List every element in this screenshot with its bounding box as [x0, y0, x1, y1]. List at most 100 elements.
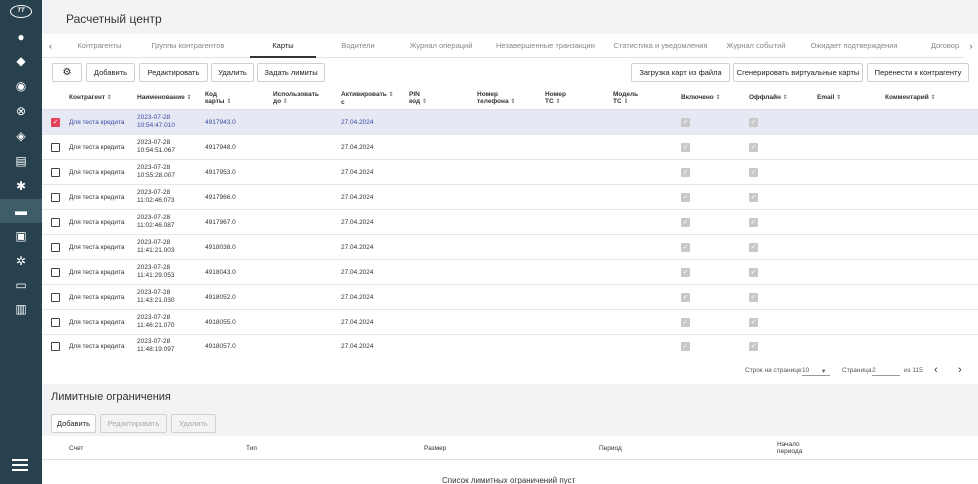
sort-icon: ⇕	[836, 95, 842, 101]
col-name[interactable]: Наименование ⇕	[137, 94, 192, 102]
row-checkbox[interactable]: ✓	[51, 118, 60, 127]
col-account[interactable]: Счет	[69, 445, 83, 452]
tab-operations-log[interactable]: Журнал операций	[409, 34, 473, 58]
cell-name-date: 2023-07-28	[137, 189, 171, 196]
tab-bar: ‹ Контрагенты Группы контрагентов Карты …	[42, 34, 978, 58]
tab-drivers[interactable]: Водители	[338, 34, 378, 58]
transfer-to-contragent-button[interactable]: Перенести к контрагенту	[867, 63, 969, 82]
col-card-code[interactable]: Код карты ⇕	[205, 91, 231, 106]
col-size[interactable]: Размер	[424, 445, 446, 452]
tab-contragent-groups[interactable]: Группы контрагентов	[150, 34, 226, 58]
enabled-checkbox: ✓	[681, 342, 690, 351]
report-icon[interactable]: ▥	[0, 297, 42, 321]
table-row[interactable]: Для теста кредита 2023-07-28 10:55:28.00…	[42, 160, 978, 185]
tab-contragents[interactable]: Контрагенты	[77, 34, 122, 58]
row-checkbox[interactable]	[51, 193, 60, 202]
col-type[interactable]: Тип	[246, 445, 257, 452]
limits-add-button[interactable]: Добавить	[51, 414, 96, 433]
gears-icon[interactable]: ✲	[0, 249, 42, 273]
tag-gear-icon[interactable]: ◉	[0, 74, 42, 98]
row-checkbox[interactable]	[51, 218, 60, 227]
rows-per-page-select[interactable]: 10 ▾	[802, 367, 830, 376]
generate-virtual-cards-button[interactable]: Сгенерировать виртуальные карты	[733, 63, 863, 82]
cell-name-date: 2023-07-28	[137, 338, 171, 345]
offline-checkbox: ✓	[749, 218, 758, 227]
cell-contragent: Для теста кредита	[69, 119, 125, 126]
upload-cards-button[interactable]: Загрузка карт из файла	[631, 63, 730, 82]
edit-button[interactable]: Редактировать	[139, 63, 208, 82]
enabled-checkbox: ✓	[681, 268, 690, 277]
tag-icon[interactable]: ◈	[0, 124, 42, 148]
set-limits-button[interactable]: Задать лимиты	[257, 63, 325, 82]
row-checkbox[interactable]	[51, 143, 60, 152]
col-phone[interactable]: Номер телефона ⇕	[477, 91, 515, 106]
offline-checkbox: ✓	[749, 268, 758, 277]
col-ts-model[interactable]: Модель ТС ⇕	[613, 91, 638, 106]
menu-icon[interactable]	[12, 459, 28, 474]
tab-pending-transactions[interactable]: Незавершенные транзакции	[496, 34, 595, 58]
col-ts-number[interactable]: Номер ТС ⇕	[545, 91, 566, 106]
cell-activate: 27.04.2024	[341, 194, 374, 201]
col-pin[interactable]: PIN код ⇕	[409, 91, 427, 106]
table-row[interactable]: Для теста кредита 2023-07-28 11:02:46.08…	[42, 210, 978, 235]
prev-page-icon[interactable]: ‹	[934, 364, 938, 376]
table-row[interactable]: Для теста кредита 2023-07-28 10:54:51.06…	[42, 135, 978, 160]
sort-icon: ⇕	[623, 99, 629, 105]
tab-cards[interactable]: Карты	[250, 34, 316, 58]
table-row[interactable]: Для теста кредита 2023-07-28 11:46:21.07…	[42, 310, 978, 335]
table-row[interactable]: ✓ Для теста кредита 2023-07-28 10:54:47.…	[42, 110, 978, 135]
row-checkbox[interactable]	[51, 168, 60, 177]
cell-activate: 27.04.2024	[341, 343, 374, 350]
col-use-until[interactable]: Использовать до ⇕	[273, 91, 319, 106]
delete-button[interactable]: Удалить	[211, 63, 254, 82]
col-activate[interactable]: Активировать ⇕ с	[341, 91, 394, 106]
table-row[interactable]: Для теста кредита 2023-07-28 11:02:46.07…	[42, 185, 978, 210]
gear-icon: ⚙	[62, 67, 72, 78]
limits-delete-button[interactable]: Удалить	[171, 414, 216, 433]
page-input[interactable]: 2	[872, 367, 900, 376]
cards-toolbar: ⚙ Добавить Редактировать Удалить Задать …	[42, 58, 978, 87]
tabs-right-icon[interactable]: ›	[964, 34, 978, 58]
cell-contragent: Для теста кредита	[69, 294, 125, 301]
cell-card-code: 4918052.0	[205, 294, 236, 301]
cards-table-header: Контрагент ⇕ Наименование ⇕ Код карты ⇕ И…	[42, 87, 978, 110]
col-enabled[interactable]: Включено ⇕	[681, 94, 721, 102]
limits-empty-message: Список лимитных ограничений пуст	[442, 476, 576, 484]
col-comment[interactable]: Комментарий ⇕	[885, 94, 936, 102]
tab-stats-notifications[interactable]: Статистика и уведомления	[613, 34, 708, 58]
cards-icon[interactable]: ▬	[0, 199, 42, 223]
row-checkbox[interactable]	[51, 268, 60, 277]
card-icon[interactable]: ▭	[0, 273, 42, 297]
table-row[interactable]: Для теста кредита 2023-07-28 11:41:29.05…	[42, 260, 978, 285]
next-page-icon[interactable]: ›	[958, 364, 962, 376]
table-row[interactable]: Для теста кредита 2023-07-28 11:48:19.09…	[42, 334, 978, 359]
row-checkbox[interactable]	[51, 293, 60, 302]
settings-button[interactable]: ⚙	[52, 63, 82, 82]
tabs-left-icon[interactable]: ‹	[49, 34, 52, 58]
col-offline[interactable]: Оффлайн ⇕	[749, 94, 788, 102]
row-checkbox[interactable]	[51, 318, 60, 327]
add-button[interactable]: Добавить	[86, 63, 135, 82]
col-email[interactable]: Email ⇕	[817, 94, 841, 102]
col-period-start[interactable]: Начало периода	[777, 441, 802, 455]
limits-edit-button[interactable]: Редактировать	[100, 414, 167, 433]
network-icon[interactable]: ✱	[0, 174, 42, 198]
dial-icon[interactable]: ⊗	[0, 99, 42, 123]
table-row[interactable]: Для теста кредита 2023-07-28 11:41:21.00…	[42, 235, 978, 260]
col-period[interactable]: Период	[599, 445, 622, 452]
row-checkbox[interactable]	[51, 342, 60, 351]
app-logo[interactable]: TT	[10, 5, 32, 18]
user-icon[interactable]: ●	[0, 25, 42, 49]
cell-card-code: 4917948.0	[205, 144, 236, 151]
diamond-icon[interactable]: ◆	[0, 49, 42, 73]
table-row[interactable]: Для теста кредита 2023-07-28 11:43:21.03…	[42, 285, 978, 310]
document-icon[interactable]: ▣	[0, 224, 42, 248]
col-contragent[interactable]: Контрагент ⇕	[69, 94, 112, 102]
row-checkbox[interactable]	[51, 243, 60, 252]
tab-contract[interactable]: Договор	[928, 34, 962, 58]
tab-awaiting-confirmation[interactable]: Ожидает подтверждения	[809, 34, 899, 58]
tab-events-log[interactable]: Журнал событий	[726, 34, 786, 58]
page-total: из 115	[904, 367, 923, 374]
receipt-icon[interactable]: ▤	[0, 149, 42, 173]
cell-card-code: 4917943.0	[205, 119, 236, 126]
